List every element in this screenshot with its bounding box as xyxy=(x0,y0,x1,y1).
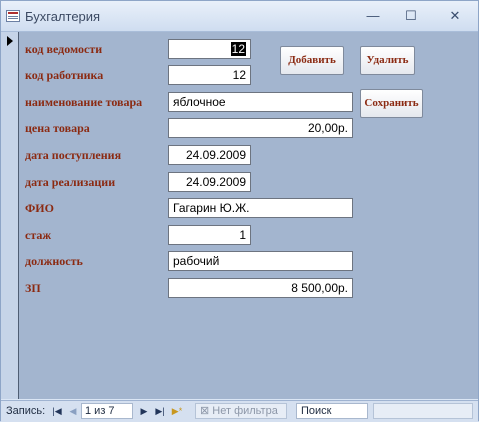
minimize-icon[interactable]: — xyxy=(359,6,387,26)
form-body: код ведомости 12 код работника 12 наимен… xyxy=(1,32,478,399)
add-button[interactable]: Добавить xyxy=(280,46,344,75)
delete-button[interactable]: Удалить xyxy=(360,46,415,75)
save-button[interactable]: Сохранить xyxy=(360,89,423,118)
form-window: Бухгалтерия — ☐ ✕ код ведомости 12 код р… xyxy=(0,0,479,422)
label-fio: ФИО xyxy=(25,201,54,215)
new-record-icon[interactable]: ▶* xyxy=(171,404,183,418)
field-vedomost[interactable]: 12 xyxy=(168,39,251,59)
first-record-icon[interactable]: |◀ xyxy=(51,404,63,418)
field-fio[interactable]: Гагарин Ю.Ж. xyxy=(168,198,353,218)
last-record-icon[interactable]: ▶| xyxy=(154,404,166,418)
field-dolzhnost[interactable]: рабочий xyxy=(168,251,353,271)
filter-icon: ⊠ xyxy=(200,405,213,417)
label-zp: ЗП xyxy=(25,281,41,295)
field-stazh[interactable]: 1 xyxy=(168,225,251,245)
label-stazh: стаж xyxy=(25,228,52,242)
window-title: Бухгалтерия xyxy=(25,9,101,24)
search-input[interactable]: Поиск xyxy=(296,403,368,419)
title-bar: Бухгалтерия — ☐ ✕ xyxy=(1,1,478,32)
label-dolzhnost: должность xyxy=(25,254,83,268)
record-position-input[interactable]: 1 из 7 xyxy=(81,403,133,419)
filter-status-button[interactable]: ⊠ Нет фильтра xyxy=(195,403,287,419)
previous-record-icon[interactable]: ◀ xyxy=(67,404,79,418)
next-record-icon[interactable]: ▶ xyxy=(138,404,150,418)
filter-label: Нет фильтра xyxy=(212,405,278,417)
record-navigation-bar: Запись: |◀ ◀ 1 из 7 ▶ ▶| ▶* ⊠ Нет фильтр… xyxy=(1,400,478,422)
label-cena: цена товара xyxy=(25,121,90,135)
field-tovar[interactable]: яблочное xyxy=(168,92,353,112)
maximize-icon[interactable]: ☐ xyxy=(397,6,425,26)
label-postuplenie: дата поступления xyxy=(25,148,122,162)
label-realizacia: дата реализации xyxy=(25,175,116,189)
field-rabotnik[interactable]: 12 xyxy=(168,65,251,85)
record-label: Запись: xyxy=(6,405,46,417)
horizontal-scrollbar[interactable] xyxy=(373,403,473,419)
record-selector[interactable] xyxy=(1,32,19,399)
field-cena[interactable]: 20,00р. xyxy=(168,118,353,138)
field-vedomost-value: 12 xyxy=(230,42,246,56)
close-icon[interactable]: ✕ xyxy=(441,6,469,26)
current-record-icon xyxy=(7,36,13,46)
label-tovar: наименование товара xyxy=(25,95,143,109)
field-realizacia[interactable]: 24.09.2009 xyxy=(168,172,251,192)
form-icon xyxy=(6,10,20,22)
field-postuplenie[interactable]: 24.09.2009 xyxy=(168,145,251,165)
field-zp[interactable]: 8 500,00р. xyxy=(168,278,353,298)
label-vedomost: код ведомости xyxy=(25,42,103,56)
label-rabotnik: код работника xyxy=(25,68,104,82)
